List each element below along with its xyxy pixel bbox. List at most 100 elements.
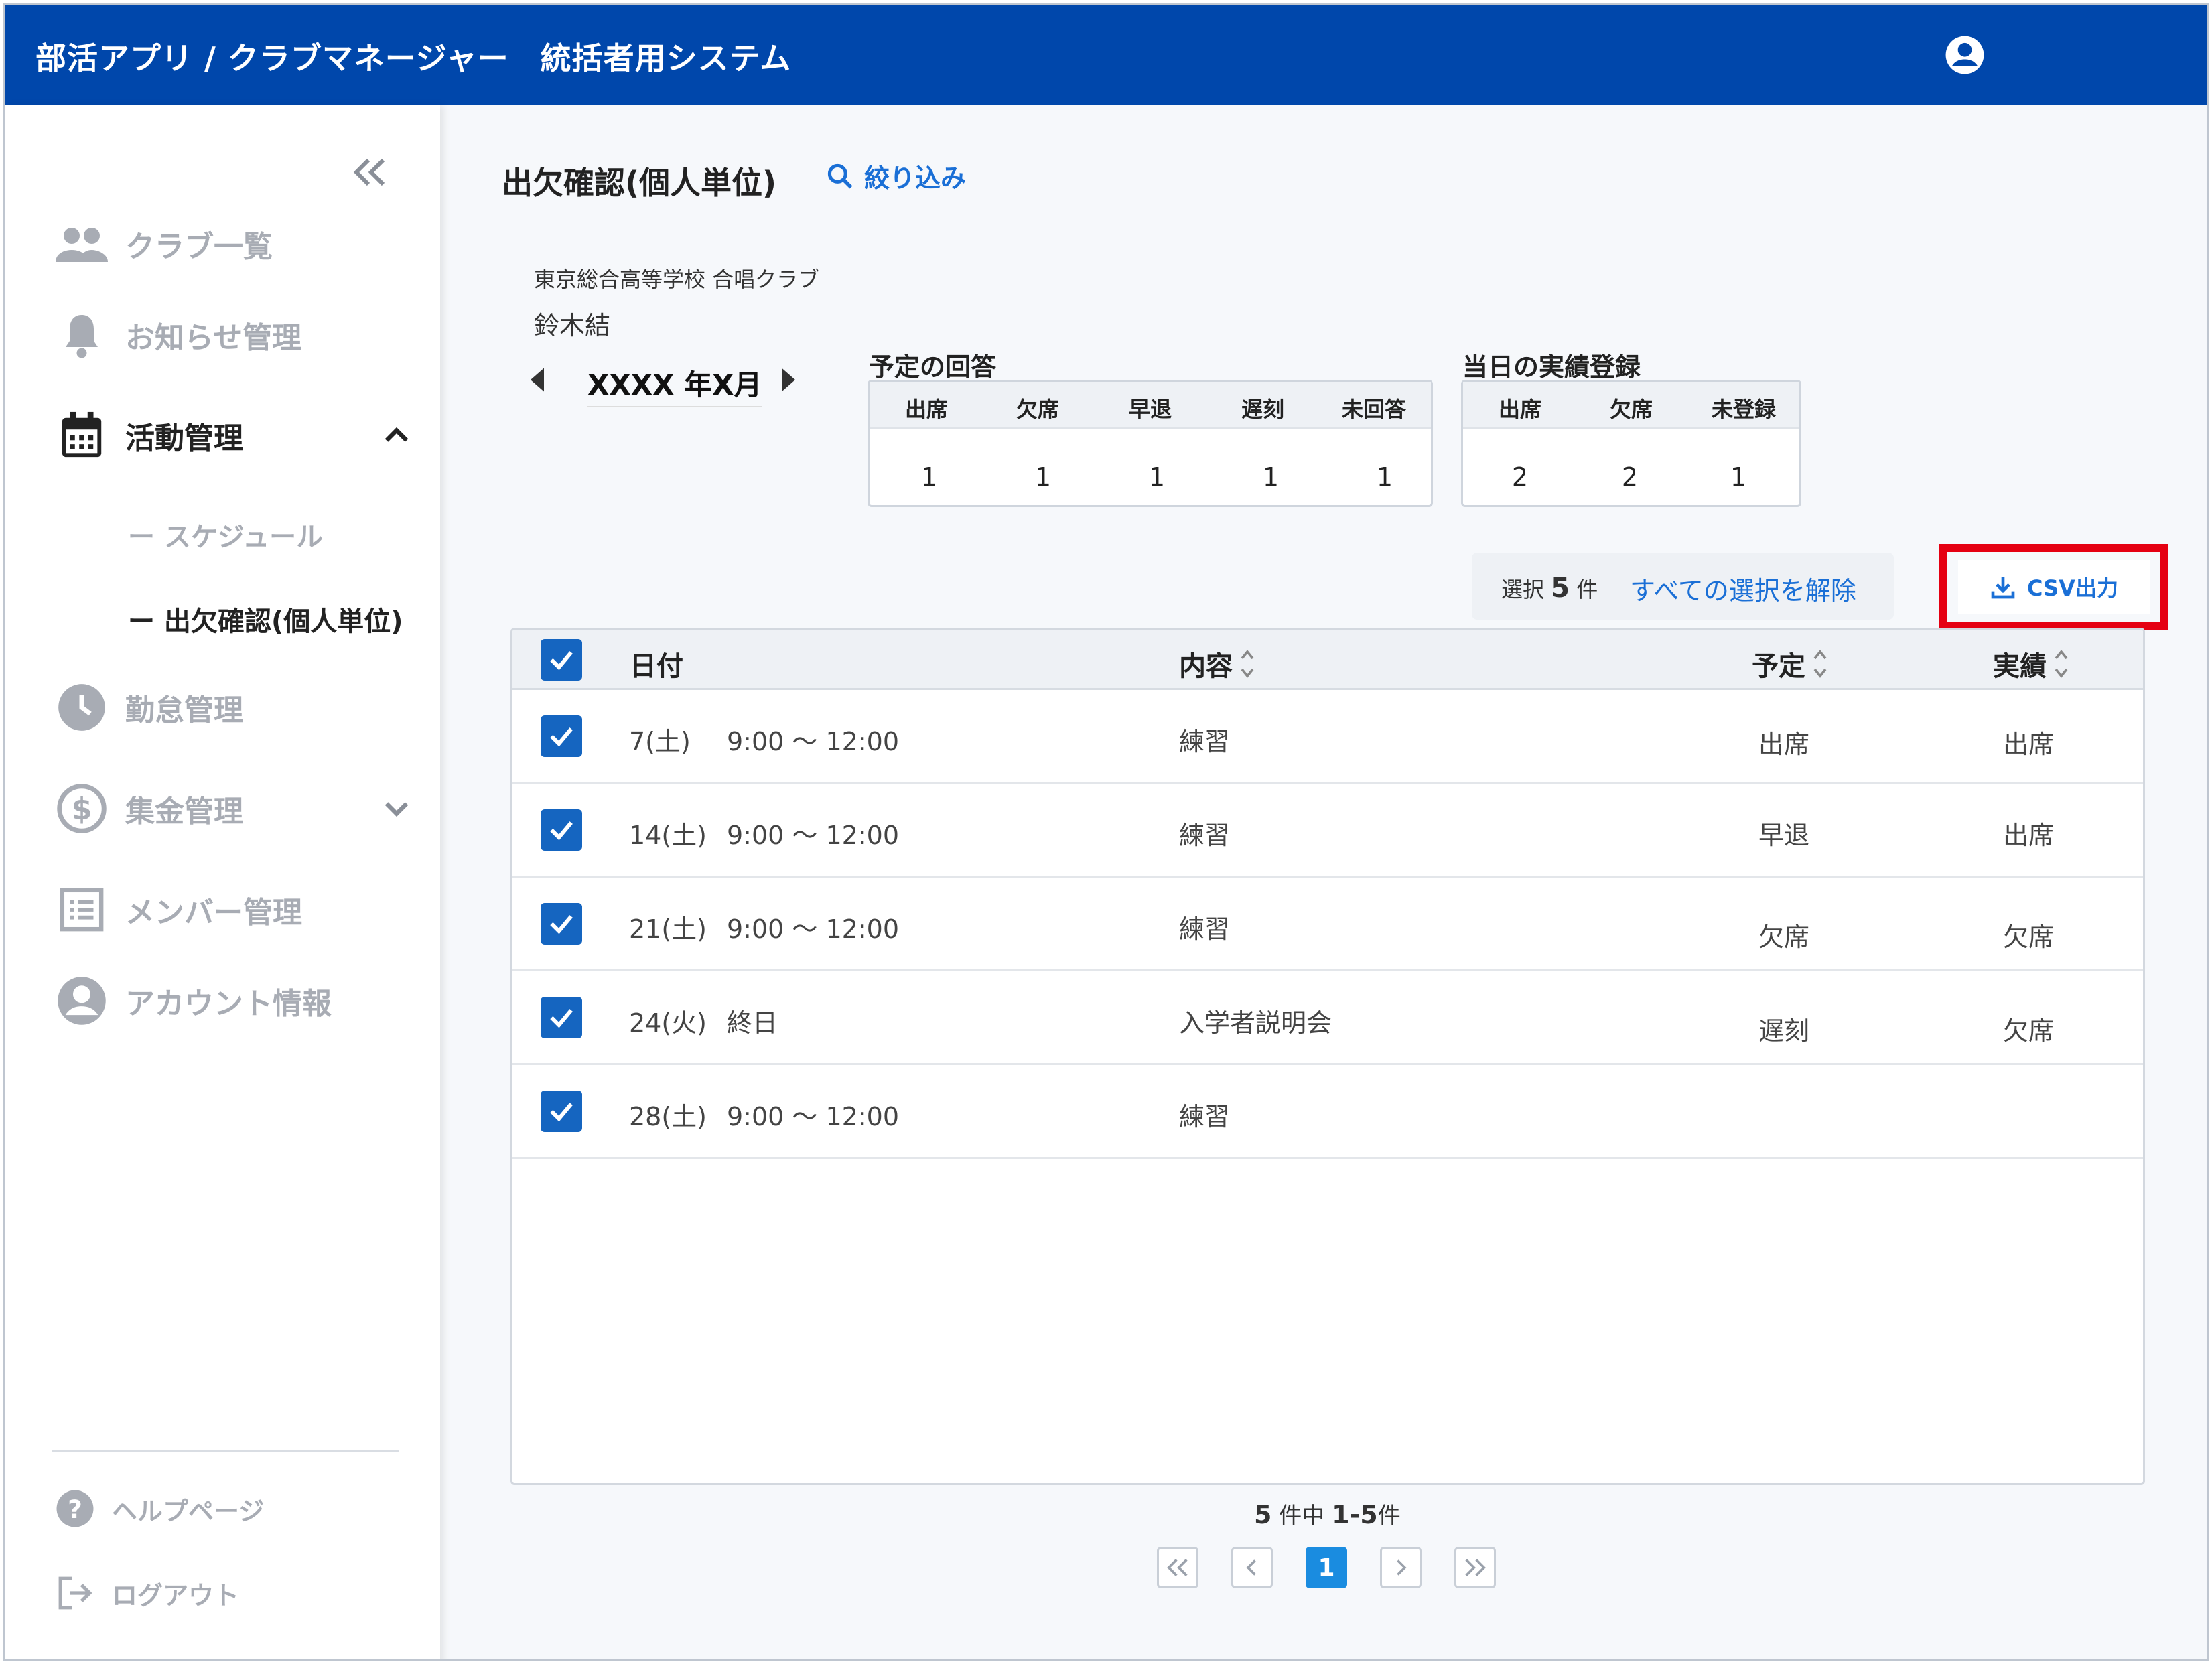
row-plan: 早退 bbox=[1758, 821, 1810, 850]
sidebar-item-label: 勤怠管理 bbox=[125, 693, 243, 727]
account-circle-icon[interactable] bbox=[1944, 34, 1986, 76]
sidebar: クラブ一覧 お知らせ管理 活動管理 ー スケジュール ー 出欠確認(個人単位) … bbox=[5, 105, 440, 1659]
people-icon bbox=[52, 214, 112, 274]
chevron-up-icon[interactable] bbox=[380, 419, 413, 452]
check-icon bbox=[550, 727, 573, 747]
double-chevron-right-icon bbox=[1465, 1559, 1486, 1576]
logout-link[interactable]: ログアウト bbox=[52, 1570, 239, 1616]
row-day: 28(土) bbox=[629, 1102, 707, 1131]
table-row[interactable]: 14(土) 9:00 ～ 12:00 練習 早退 出席 bbox=[512, 784, 2143, 878]
summary-header-cell: 未登録 bbox=[1711, 397, 1776, 422]
selection-number: 5 bbox=[1551, 573, 1570, 604]
row-checkbox[interactable] bbox=[541, 715, 582, 757]
caret-right-icon[interactable] bbox=[778, 366, 799, 393]
select-all-checkbox[interactable] bbox=[541, 639, 582, 681]
sidebar-item-label: アカウント情報 bbox=[125, 987, 332, 1021]
row-actual: 欠席 bbox=[2003, 1016, 2055, 1046]
planned-summary-title: 予定の回答 bbox=[869, 352, 997, 382]
row-time: 9:00 ～ 12:00 bbox=[727, 821, 900, 850]
chevron-left-icon bbox=[1246, 1559, 1256, 1576]
help-link[interactable]: ? ヘルプページ bbox=[52, 1485, 264, 1532]
svg-text:$: $ bbox=[72, 792, 92, 827]
sub-item-schedule[interactable]: ー スケジュール bbox=[128, 515, 323, 554]
row-checkbox[interactable] bbox=[541, 997, 582, 1038]
summary-value: 2 bbox=[1511, 462, 1529, 492]
check-icon bbox=[550, 915, 573, 934]
selection-bar: 選択 5 件 すべての選択を解除 bbox=[1472, 553, 1894, 620]
summary-header-cell: 未回答 bbox=[1341, 397, 1406, 422]
account-circle-icon bbox=[52, 971, 112, 1031]
app-window: 部活アプリ / クラブマネージャー 統括者用システム クラブ一覧 お知らせ管理 … bbox=[3, 3, 2209, 1661]
row-checkbox[interactable] bbox=[541, 903, 582, 945]
table-row[interactable]: 28(土) 9:00 ～ 12:00 練習 bbox=[512, 1065, 2143, 1159]
page-title: 出欠確認(個人単位) bbox=[502, 165, 777, 201]
first-page-button[interactable] bbox=[1157, 1547, 1198, 1588]
summary-header-cell: 出席 bbox=[1498, 397, 1541, 422]
sidebar-item-label: クラブ一覧 bbox=[125, 230, 273, 264]
next-page-button[interactable] bbox=[1380, 1547, 1422, 1588]
column-content[interactable]: 内容 bbox=[1179, 644, 1257, 683]
summary-value: 1 bbox=[1376, 462, 1393, 492]
row-checkbox[interactable] bbox=[541, 1091, 582, 1132]
row-checkbox[interactable] bbox=[541, 809, 582, 851]
app-header: 部活アプリ / クラブマネージャー 統括者用システム bbox=[5, 5, 2207, 105]
row-actual: 出席 bbox=[2003, 730, 2055, 759]
sidebar-item-work[interactable]: 勤怠管理 bbox=[52, 677, 413, 738]
csv-label: CSV出力 bbox=[2027, 575, 2118, 601]
clear-selection-link[interactable]: すべての選択を解除 bbox=[1630, 570, 1856, 607]
prev-page-button[interactable] bbox=[1231, 1547, 1273, 1588]
column-content-label: 内容 bbox=[1179, 651, 1233, 682]
caret-left-icon[interactable] bbox=[527, 366, 547, 393]
column-actual[interactable]: 実績 bbox=[1993, 644, 2071, 683]
row-content: 入学者説明会 bbox=[1179, 1008, 1332, 1038]
pagination-range-suffix: 件 bbox=[1377, 1503, 1401, 1529]
sidebar-item-label: 集金管理 bbox=[125, 794, 243, 829]
sub-item-attendance[interactable]: ー 出欠確認(個人単位) bbox=[128, 600, 403, 638]
table-row[interactable]: 21(土) 9:00 ～ 12:00 練習 欠席 欠席 bbox=[512, 878, 2143, 971]
calendar-icon bbox=[52, 405, 112, 466]
sidebar-item-clubs[interactable]: クラブ一覧 bbox=[52, 214, 413, 274]
sort-icon bbox=[2055, 650, 2068, 678]
sidebar-item-account[interactable]: アカウント情報 bbox=[52, 971, 413, 1031]
chevron-down-icon[interactable] bbox=[380, 792, 413, 825]
search-icon bbox=[827, 163, 853, 188]
summary-header-cell: 出席 bbox=[904, 397, 948, 422]
sidebar-item-activities[interactable]: 活動管理 bbox=[52, 405, 413, 466]
sort-icon bbox=[1241, 650, 1254, 678]
sidebar-item-label: 活動管理 bbox=[125, 421, 243, 456]
selection-prefix: 選択 bbox=[1501, 577, 1545, 602]
last-page-button[interactable] bbox=[1454, 1547, 1496, 1588]
sidebar-item-members[interactable]: メンバー管理 bbox=[52, 880, 413, 940]
double-chevron-left-icon[interactable] bbox=[346, 152, 393, 192]
sidebar-item-notices[interactable]: お知らせ管理 bbox=[52, 305, 413, 365]
help-icon: ? bbox=[52, 1485, 98, 1532]
filter-button[interactable]: 絞り込み bbox=[825, 157, 966, 194]
column-plan[interactable]: 予定 bbox=[1752, 644, 1829, 683]
csv-export-button[interactable]: CSV出力 bbox=[1958, 560, 2150, 614]
table-row[interactable]: 7(土) 9:00 ～ 12:00 練習 出席 出席 bbox=[512, 690, 2143, 784]
sidebar-item-payments[interactable]: $ 集金管理 bbox=[52, 778, 413, 839]
sort-icon bbox=[1813, 650, 1827, 678]
summary-value: 1 bbox=[1034, 462, 1052, 492]
table-row[interactable]: 24(火) 終日 入学者説明会 遅刻 欠席 bbox=[512, 971, 2143, 1065]
attendance-table: 日付 内容 予定 実績 7(土) 9:00 ～ 12:00 練習 出席 出席 1… bbox=[510, 628, 2145, 1485]
summary-header-cell: 欠席 bbox=[1016, 397, 1059, 422]
summary-value: 2 bbox=[1621, 462, 1639, 492]
summary-value: 1 bbox=[1730, 462, 1747, 492]
sidebar-item-label: メンバー管理 bbox=[125, 896, 302, 930]
pagination-total-suffix: 件中 bbox=[1279, 1503, 1325, 1529]
row-actual: 出席 bbox=[2003, 821, 2055, 850]
summary-value: 1 bbox=[920, 462, 938, 492]
row-day: 24(火) bbox=[629, 1008, 707, 1038]
column-date-label: 日付 bbox=[630, 651, 683, 682]
help-label: ヘルプページ bbox=[112, 1496, 265, 1526]
double-chevron-left-icon bbox=[1167, 1559, 1188, 1576]
summary-header-cell: 遅刻 bbox=[1241, 397, 1284, 422]
column-date: 日付 bbox=[630, 644, 683, 683]
table-header: 日付 内容 予定 実績 bbox=[512, 630, 2143, 690]
chevron-right-icon bbox=[1397, 1559, 1407, 1576]
member-name: 鈴木結 bbox=[534, 311, 611, 340]
page-number-button[interactable]: 1 bbox=[1306, 1547, 1347, 1588]
summary-header-cell: 早退 bbox=[1128, 397, 1172, 422]
check-icon bbox=[550, 651, 573, 671]
